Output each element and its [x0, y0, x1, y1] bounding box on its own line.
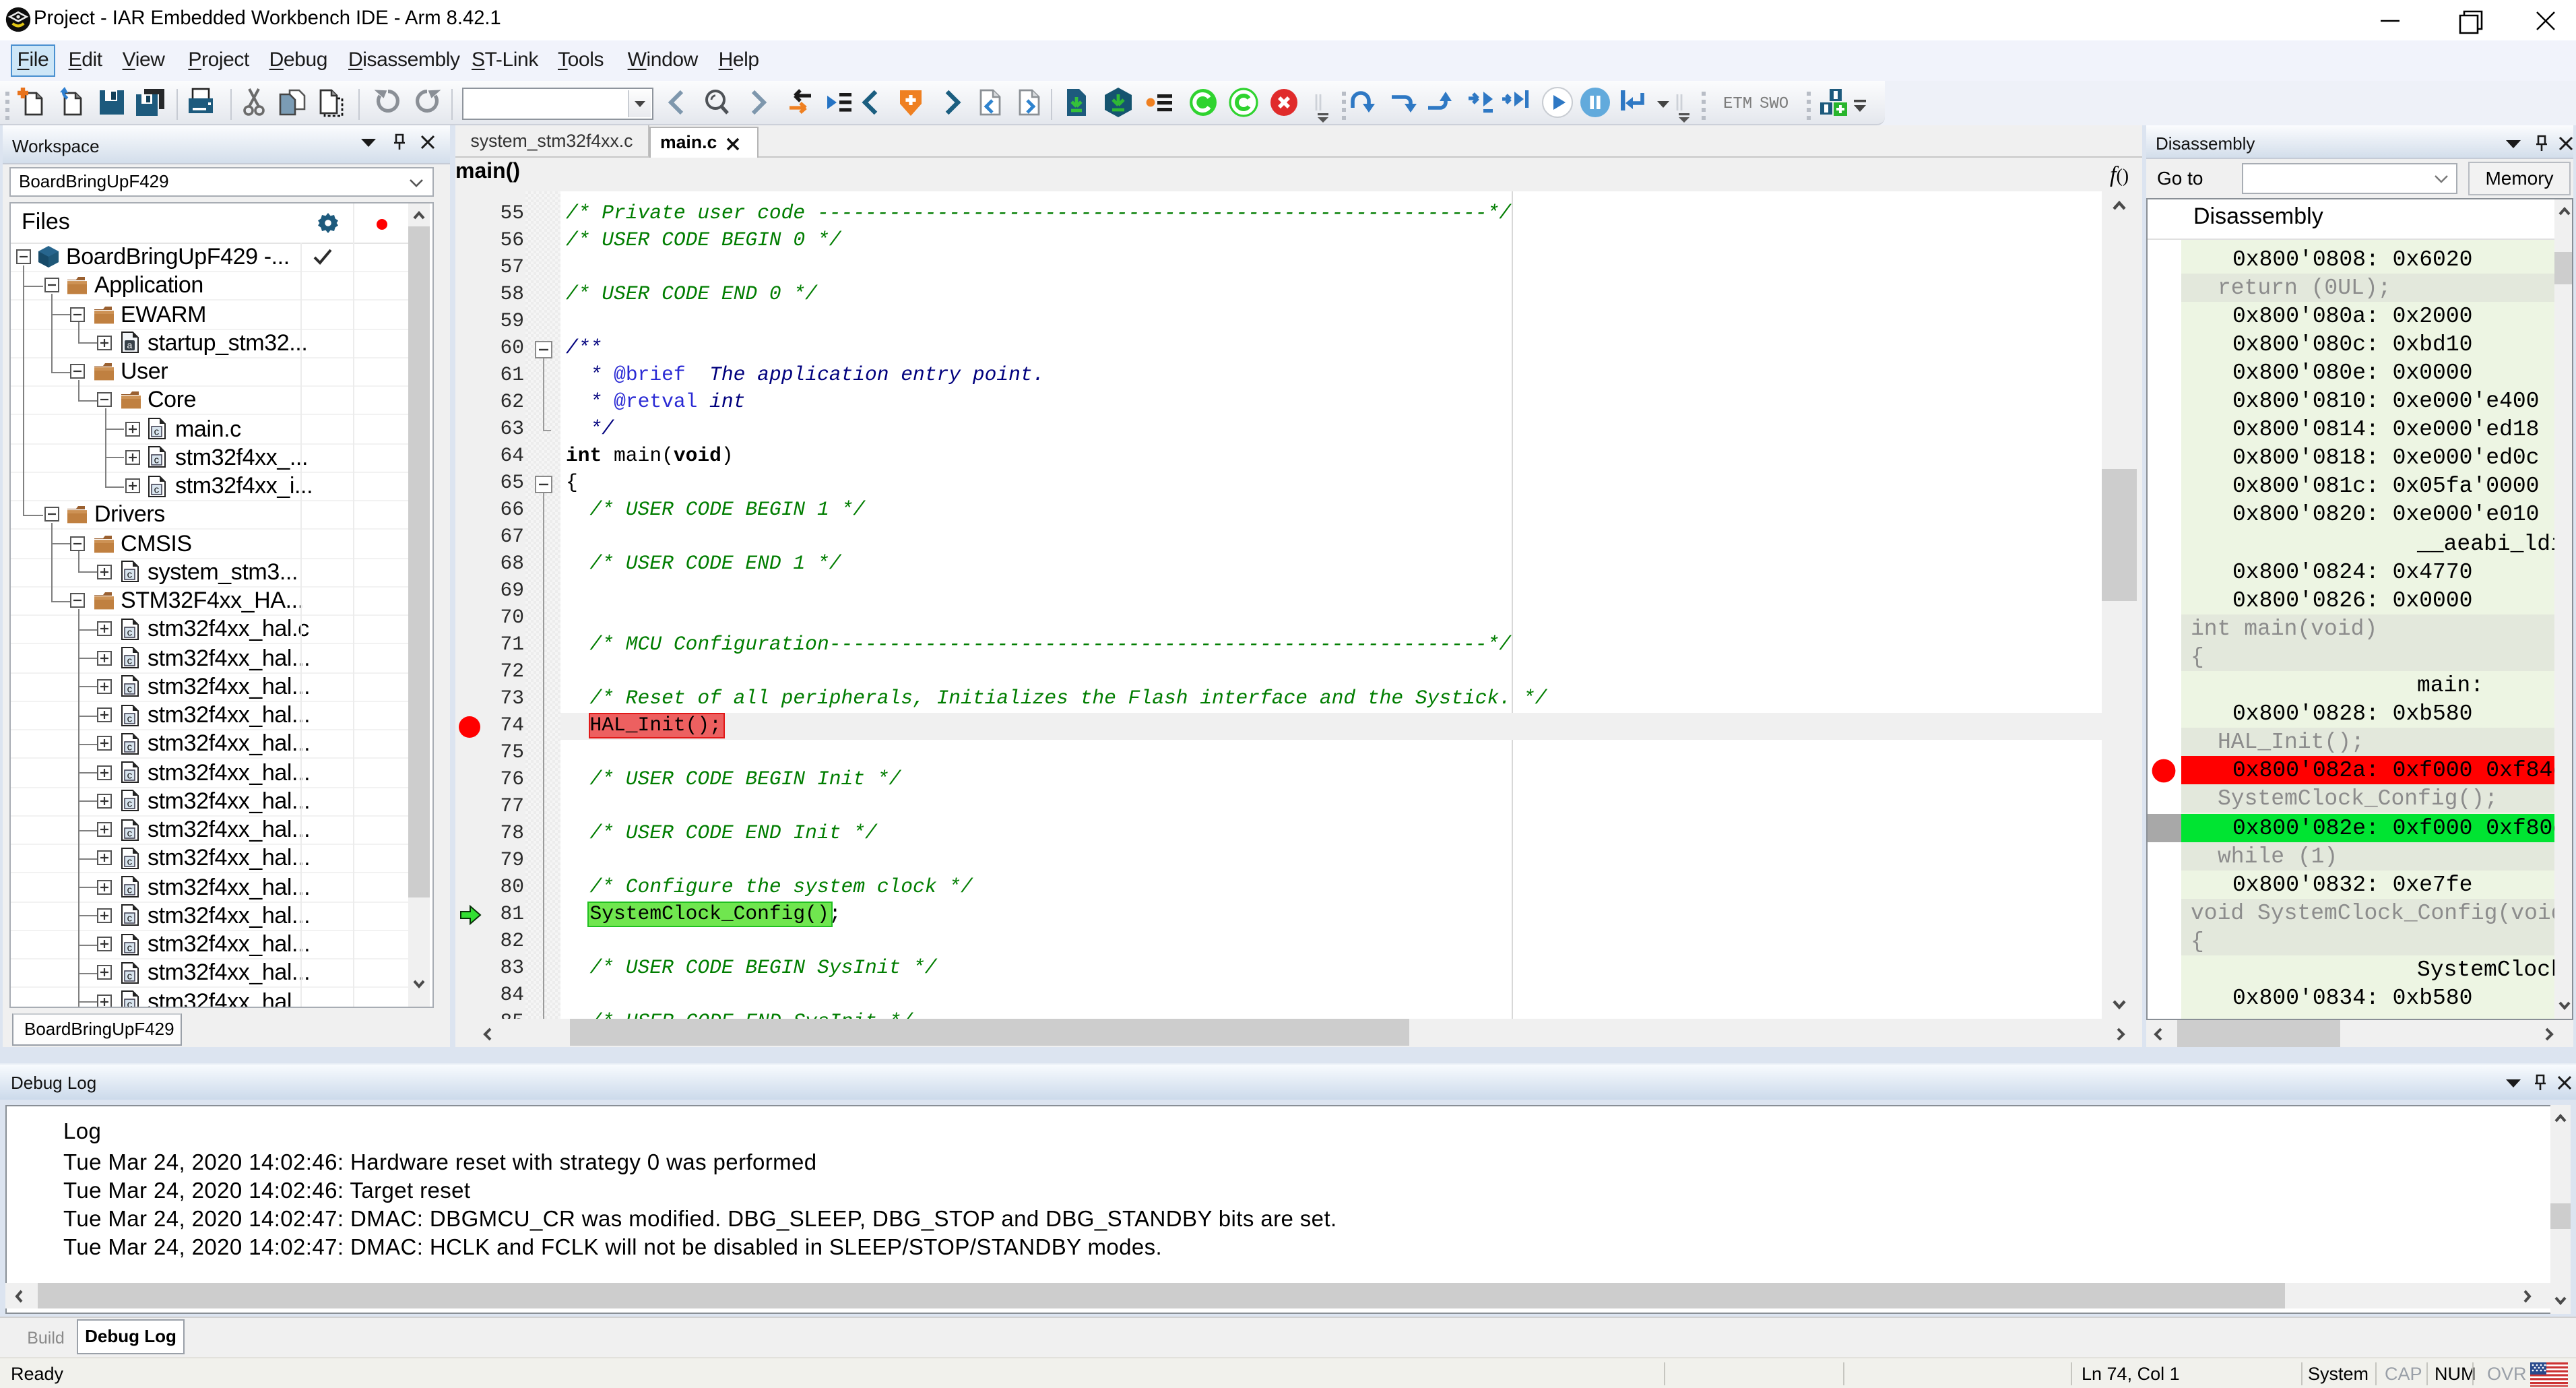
svg-text:c: c — [127, 798, 132, 810]
svg-text:c: c — [154, 484, 160, 495]
svg-text:c: c — [127, 713, 132, 724]
svg-text:c: c — [127, 856, 132, 867]
svg-text:a: a — [127, 340, 132, 351]
svg-text:c: c — [127, 913, 132, 924]
svg-text:c: c — [127, 569, 132, 581]
svg-text:c: c — [127, 684, 132, 695]
svg-text:c: c — [127, 656, 132, 667]
svg-text:c: c — [127, 970, 132, 982]
svg-text:c: c — [154, 427, 160, 438]
svg-text:c: c — [127, 999, 132, 1008]
svg-text:c: c — [154, 455, 160, 466]
svg-text:c: c — [127, 827, 132, 839]
svg-text:c: c — [127, 942, 132, 953]
svg-text:c: c — [127, 885, 132, 896]
svg-text:c: c — [127, 770, 132, 782]
svg-text:c: c — [127, 741, 132, 753]
svg-text:c: c — [127, 627, 132, 638]
